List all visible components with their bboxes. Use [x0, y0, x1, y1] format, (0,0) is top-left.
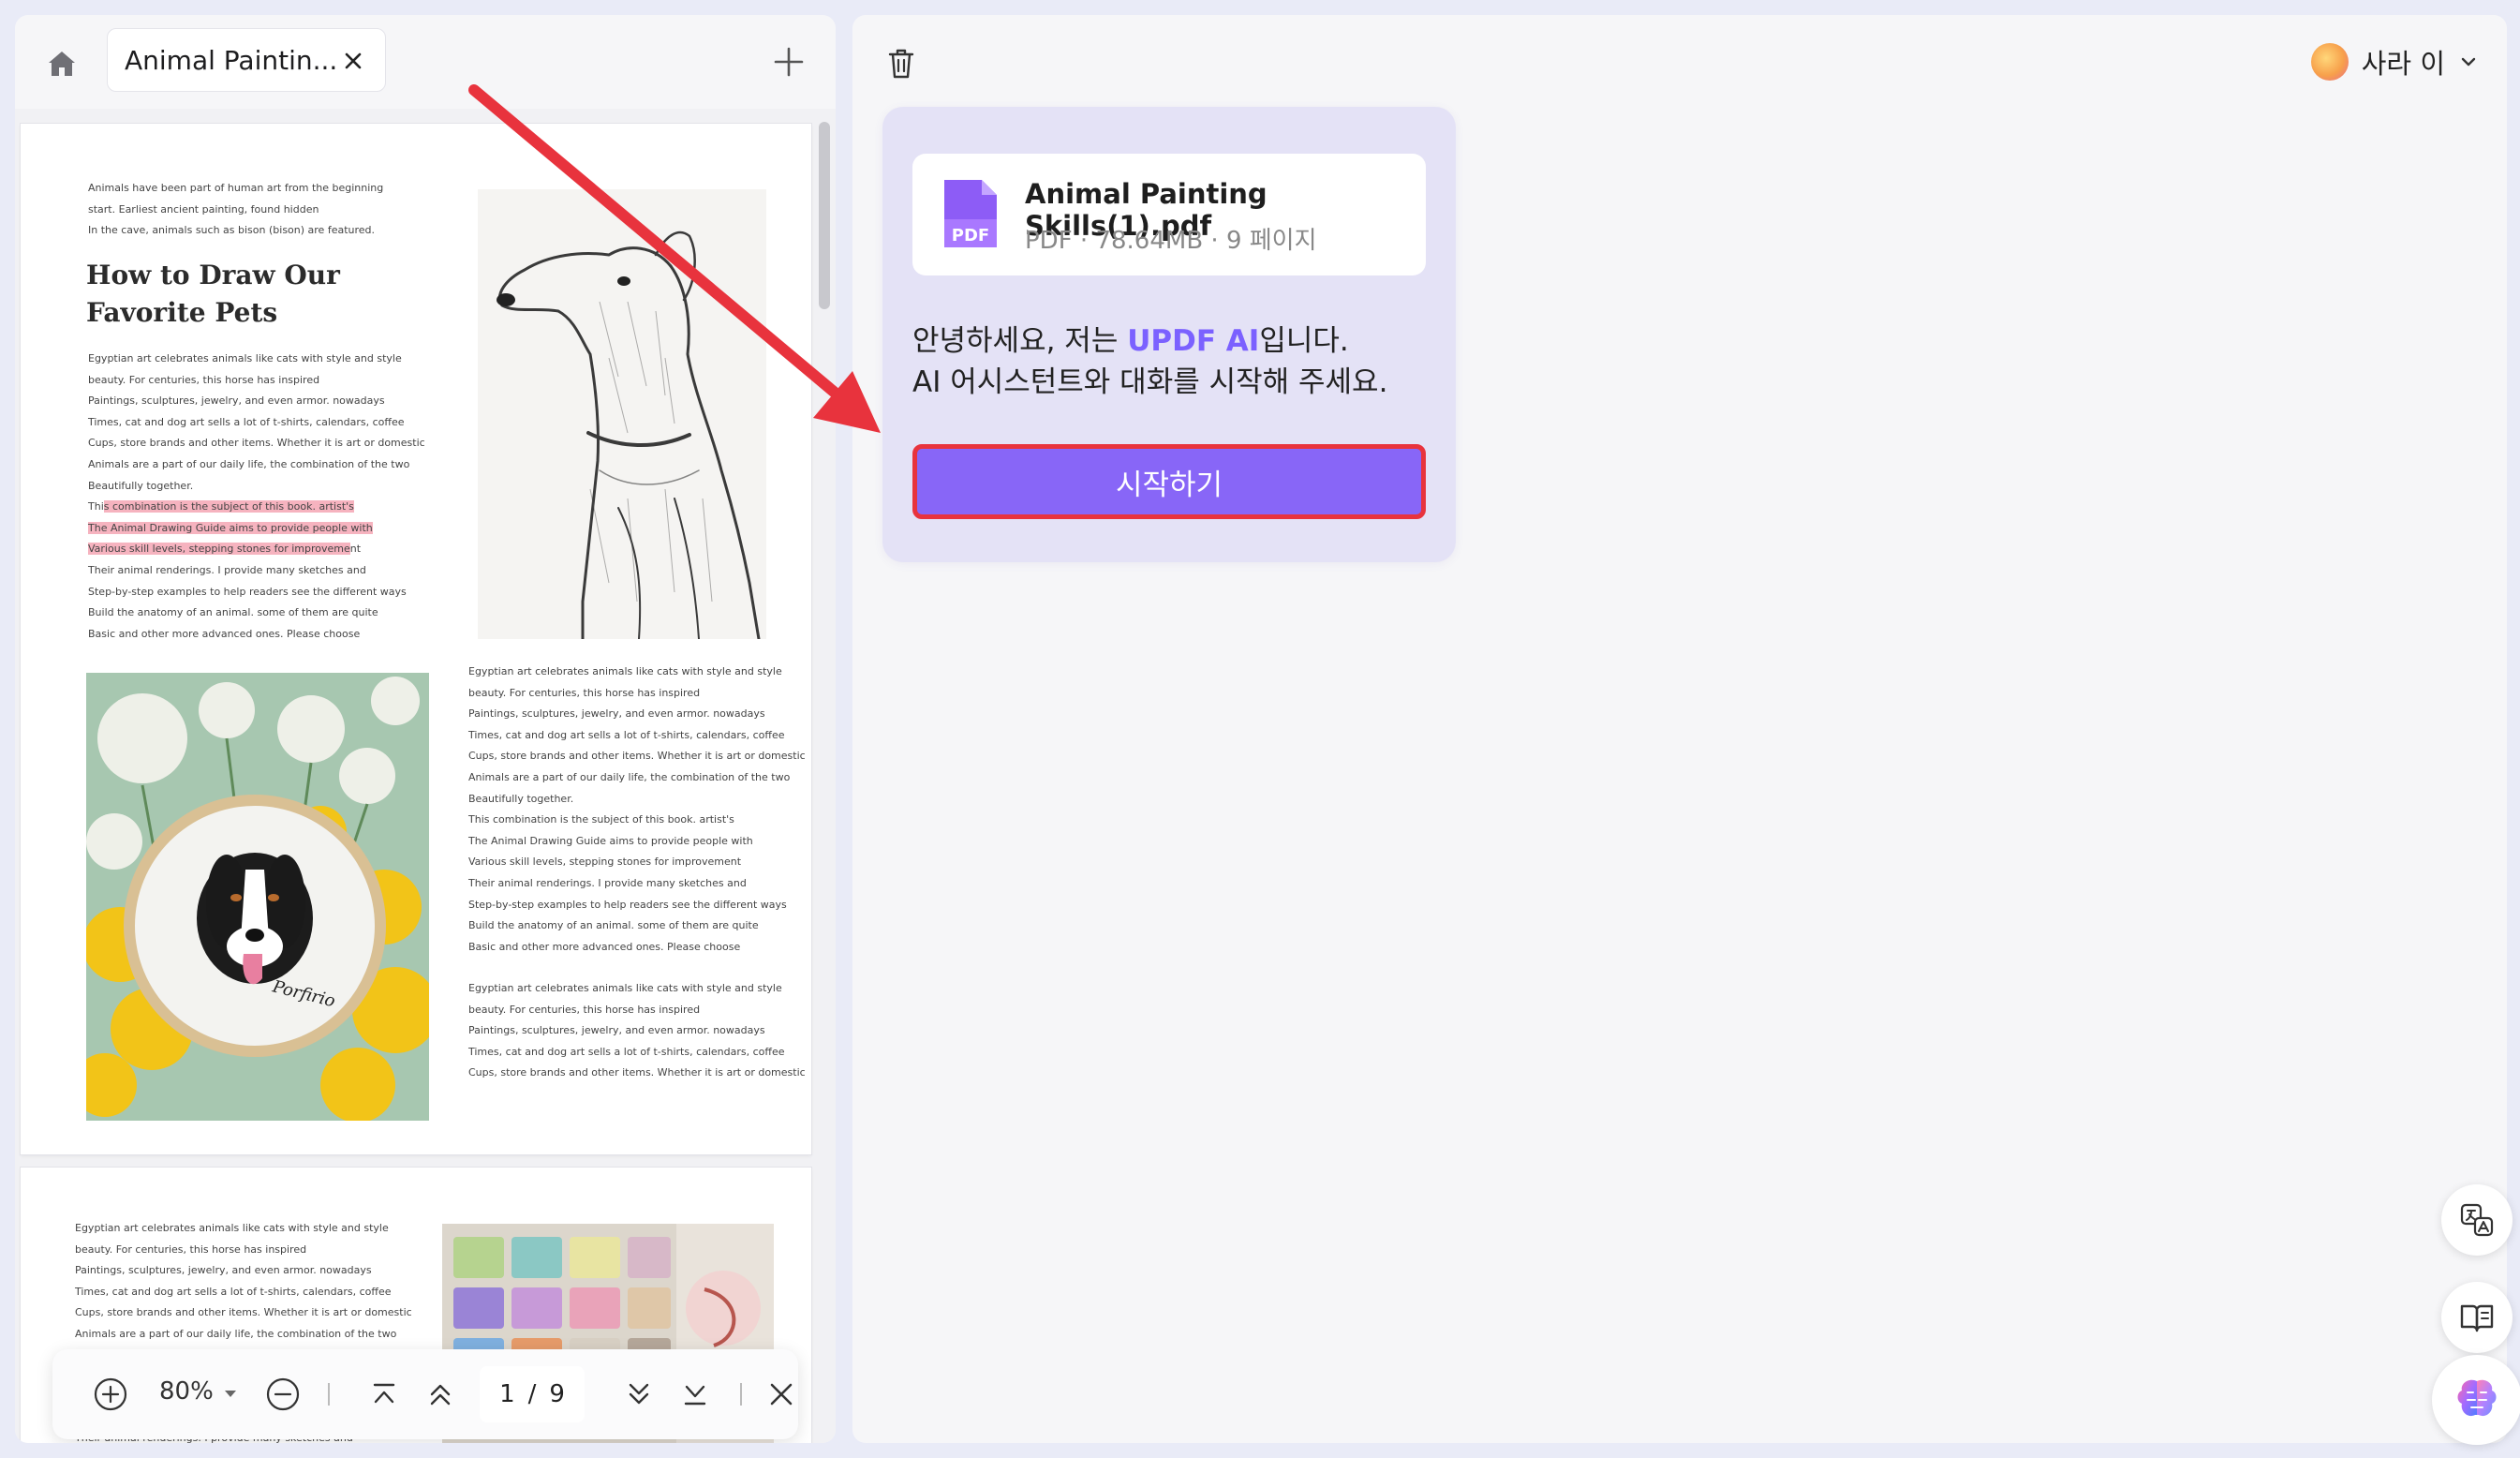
page-navigation-toolbar: 80% 1 / 9 — [52, 1349, 798, 1439]
document-tab-label: Animal Paintin... — [125, 44, 338, 76]
zoom-out-icon — [266, 1377, 300, 1411]
page-heading-line2: Favorite Pets — [86, 297, 278, 328]
avatar — [2310, 43, 2349, 81]
chevron-down-icon — [2461, 57, 2476, 67]
first-page-button[interactable] — [362, 1372, 407, 1417]
zoom-in-button[interactable] — [88, 1372, 133, 1417]
user-menu[interactable]: 사라 이 — [2310, 39, 2479, 84]
toolbar-divider — [328, 1383, 330, 1406]
document-tab[interactable]: Animal Paintin... — [107, 28, 386, 92]
close-toolbar-button[interactable] — [763, 1372, 800, 1417]
trash-icon[interactable] — [881, 43, 922, 84]
book-icon — [2460, 1304, 2494, 1332]
close-toolbar-icon — [770, 1383, 793, 1406]
translate-icon — [2460, 1203, 2494, 1237]
user-name: 사라 이 — [2361, 48, 2445, 80]
dog-sketch-image — [478, 189, 766, 639]
greeting-line-2: AI 어시스턴트와 대화를 시작해 주세요. — [912, 365, 1388, 399]
file-info-card: PDF Animal Painting Skills(1).pdf PDF · … — [912, 154, 1426, 275]
last-page-icon — [684, 1385, 706, 1406]
highlight-line-1[interactable]: s combination is the subject of this boo… — [103, 500, 354, 513]
home-icon — [49, 52, 75, 76]
greeting-line-1: 안녕하세요, 저는 UPDF AI입니다. — [912, 317, 1349, 359]
prev-page-button[interactable] — [418, 1372, 463, 1417]
highlight-line-3[interactable]: Various skill levels, stepping stones fo… — [88, 543, 350, 556]
scrollbar-thumb[interactable] — [819, 122, 830, 309]
page-heading-line1: How to Draw Our — [86, 260, 340, 290]
pdf-reader-panel: Animal Paintin... Animals have been part… — [15, 15, 836, 1443]
body-paragraph-b: Their animal renderings. I provide many … — [88, 564, 407, 640]
column2-paragraph-a: Egyptian art celebrates animals like cat… — [468, 665, 806, 953]
page-indicator[interactable]: 1 / 9 — [480, 1366, 585, 1422]
prev-page-icon — [430, 1384, 451, 1406]
zoom-dropdown-caret[interactable] — [225, 1391, 236, 1397]
home-button[interactable] — [41, 43, 82, 84]
ai-welcome-card: PDF Animal Painting Skills(1).pdf PDF · … — [882, 107, 1456, 562]
pdf-file-icon: PDF — [944, 180, 997, 247]
reader-mode-button[interactable] — [2441, 1282, 2513, 1353]
next-page-button[interactable] — [616, 1372, 661, 1417]
brand-name: UPDF AI — [1127, 324, 1260, 358]
ai-brain-icon — [2457, 1379, 2497, 1417]
pdf-viewer[interactable]: Animals have been part of human art from… — [15, 109, 836, 1443]
plus-icon[interactable] — [770, 43, 808, 81]
pre-highlight-text: Thi — [88, 500, 104, 513]
greeting-prefix: 안녕하세요, 저는 — [912, 324, 1128, 358]
total-pages: 9 — [549, 1380, 565, 1408]
close-icon[interactable] — [340, 48, 366, 74]
zoom-level[interactable]: 80% — [159, 1377, 214, 1406]
page2-paragraph: Egyptian art celebrates animals like cat… — [75, 1222, 412, 1361]
zoom-in-icon — [94, 1377, 127, 1411]
embroidery-dog-image: Porfirio — [86, 673, 429, 1121]
highlighted-paragraph[interactable]: This combination is the subject of this … — [88, 497, 373, 560]
zoom-out-button[interactable] — [260, 1372, 305, 1417]
ai-assistant-button[interactable] — [2432, 1355, 2520, 1445]
highlight-line-2[interactable]: The Animal Drawing Guide aims to provide… — [88, 521, 373, 534]
body-paragraph-a: Egyptian art celebrates animals like cat… — [88, 352, 425, 492]
start-button[interactable]: 시작하기 — [912, 444, 1426, 519]
current-page[interactable]: 1 — [499, 1380, 515, 1408]
first-page-icon — [373, 1383, 395, 1404]
ai-assistant-panel: 사라 이 PDF Animal Painting Skills(1).pdf P… — [852, 15, 2520, 1445]
greeting-suffix: 입니다. — [1259, 324, 1349, 358]
post-highlight-text: nt — [349, 543, 362, 556]
column2-paragraph-b: Egyptian art celebrates animals like cat… — [468, 982, 806, 1079]
file-meta: PDF · 78.64MB · 9 페이지 — [1025, 227, 1317, 255]
intro-text: Animals have been part of human art from… — [88, 182, 384, 237]
page-separator: / — [527, 1380, 537, 1408]
next-page-icon — [629, 1383, 649, 1405]
translate-button[interactable] — [2441, 1184, 2513, 1256]
last-page-button[interactable] — [673, 1372, 718, 1417]
pdf-page-1: Animals have been part of human art from… — [21, 124, 811, 1154]
pdf-icon-label: PDF — [952, 226, 989, 245]
toolbar-divider — [740, 1383, 742, 1406]
tab-bar: Animal Paintin... — [15, 15, 836, 109]
